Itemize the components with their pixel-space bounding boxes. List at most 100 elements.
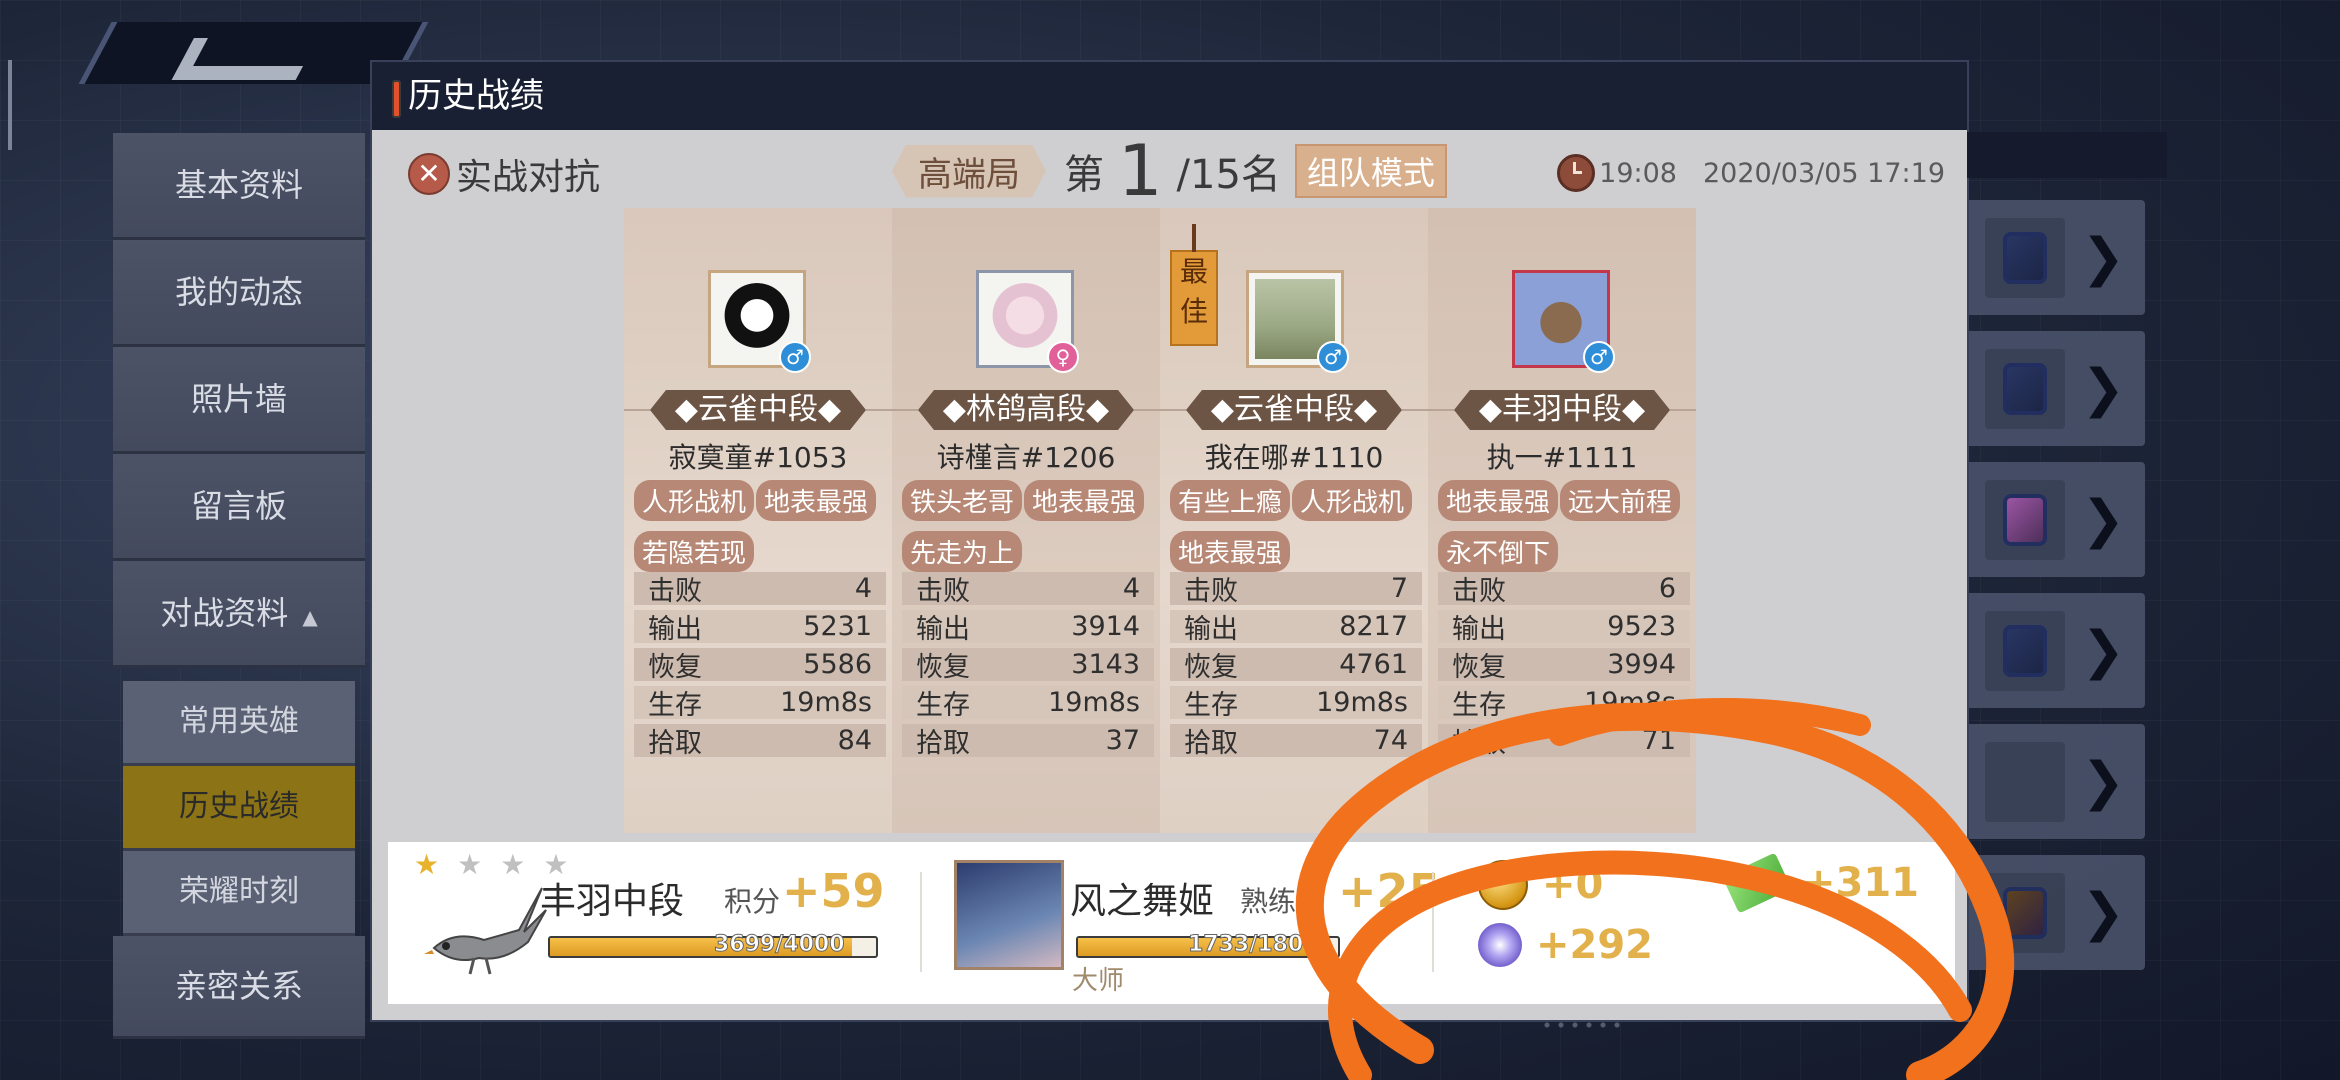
match-mode: ✕ 实战对抗 bbox=[408, 148, 600, 200]
arrow-right-icon[interactable]: ❯ bbox=[2081, 883, 2125, 943]
player-tag: 地表最强 bbox=[1024, 480, 1145, 521]
player-rank-badge: ◆云雀中段◆ bbox=[650, 390, 866, 430]
sidebar-item-relationships[interactable]: 亲密关系 bbox=[113, 936, 365, 1039]
tier-pill: 高端局 bbox=[892, 145, 1046, 198]
player-card[interactable]: ♂ ◆云雀中段◆ 寂寞童#1053 人形战机 地表最强若隐若现 击败 4 输出 523… bbox=[624, 208, 892, 833]
page-indicator-dots bbox=[1540, 1020, 1620, 1030]
crystal-reward: +292 bbox=[1478, 922, 1653, 968]
arrow-right-icon[interactable]: ❯ bbox=[2081, 359, 2125, 419]
sidebar-item-basic-info[interactable]: 基本资料 bbox=[113, 133, 365, 240]
stat-row: 生存 19m8s bbox=[1170, 686, 1422, 721]
player-name: 执一#1111 bbox=[1486, 441, 1638, 474]
panel-side-strip bbox=[1967, 132, 2167, 178]
rank-suffix: /15名 bbox=[1176, 152, 1281, 198]
match-rank: 高端局 第 1 /15名 组队模式 bbox=[892, 130, 1447, 212]
stat-label: 击败 bbox=[1184, 576, 1238, 607]
stat-row: 恢复 3143 bbox=[902, 648, 1154, 683]
match-datetime: 2020/03/05 17:19 bbox=[1702, 157, 1945, 189]
match-duration: 19:08 bbox=[1599, 157, 1677, 189]
stat-row: 拾取 84 bbox=[634, 724, 886, 759]
stat-value: 4 bbox=[1122, 573, 1140, 604]
player-card[interactable]: ♂ ◆丰羽中段◆ 执一#1111 地表最强 远大前程永不倒下 击败 6 输出 9523… bbox=[1428, 208, 1696, 833]
arrow-right-icon[interactable]: ❯ bbox=[2081, 490, 2125, 550]
stat-row: 生存 19m8s bbox=[902, 686, 1154, 721]
background-item-row[interactable]: ❯ bbox=[1965, 462, 2145, 577]
stat-value: 71 bbox=[1641, 725, 1676, 756]
ticket-icon bbox=[1722, 852, 1792, 914]
player-tag: 地表最强 bbox=[1438, 480, 1559, 521]
ticket-reward-value: +311 bbox=[1802, 860, 1920, 906]
rank-divider bbox=[1670, 409, 1696, 411]
player-tag: 人形战机 bbox=[634, 480, 755, 521]
stat-label: 拾取 bbox=[1184, 728, 1238, 759]
stat-value: 37 bbox=[1105, 725, 1140, 756]
match-info-bar: ✕ 实战对抗 高端局 第 1 /15名 组队模式 19:08 2020/03/0… bbox=[372, 130, 1967, 212]
sidebar-item-label: 对战资料 bbox=[160, 594, 289, 632]
stat-value: 19m8s bbox=[1316, 687, 1408, 718]
player-tags: 人形战机 地表最强若隐若现 bbox=[634, 480, 889, 582]
arrow-right-icon[interactable]: ❯ bbox=[2081, 621, 2125, 681]
background-item-row[interactable]: ❯ bbox=[1965, 724, 2145, 839]
player-tag: 地表最强 bbox=[1170, 531, 1291, 572]
sidebar-sub-common-heroes[interactable]: 常用英雄 bbox=[123, 681, 355, 766]
stat-label: 拾取 bbox=[648, 728, 702, 759]
sidebar-item-photo-wall[interactable]: 照片墙 bbox=[113, 347, 365, 454]
stat-label: 击败 bbox=[648, 576, 702, 607]
player-avatar[interactable]: ♀ bbox=[976, 270, 1079, 373]
background-item-row[interactable]: ❯ bbox=[1965, 593, 2145, 708]
background-item-row[interactable]: ❯ bbox=[1965, 200, 2145, 315]
ticket-reward: +311 bbox=[1722, 852, 1920, 914]
stat-row: 击败 4 bbox=[634, 572, 886, 607]
item-thumbnail bbox=[1985, 218, 2065, 298]
summary-divider bbox=[920, 872, 922, 972]
stat-label: 生存 bbox=[648, 690, 702, 721]
hero-avatar[interactable] bbox=[954, 860, 1064, 970]
close-x-icon: ✕ bbox=[408, 153, 450, 195]
stat-label: 恢复 bbox=[1452, 652, 1506, 683]
player-tag: 铁头老哥 bbox=[902, 480, 1023, 521]
crystal-icon bbox=[1478, 923, 1522, 967]
team-mode-badge: 组队模式 bbox=[1294, 144, 1447, 198]
sidebar-item-message-board[interactable]: 留言板 bbox=[113, 454, 365, 561]
background-item-row[interactable]: ❯ bbox=[1965, 855, 2145, 970]
stat-label: 拾取 bbox=[1452, 728, 1506, 759]
stat-label: 击败 bbox=[1452, 576, 1506, 607]
caret-up-icon: ▲ bbox=[302, 605, 318, 629]
stat-label: 输出 bbox=[1184, 614, 1238, 645]
sidebar-item-battle-data[interactable]: 对战资料 ▲ bbox=[113, 561, 365, 668]
stat-row: 拾取 71 bbox=[1438, 724, 1690, 759]
stat-value: 3143 bbox=[1071, 649, 1140, 680]
best-player-badge: 最佳 bbox=[1170, 224, 1218, 346]
player-avatar[interactable]: ♂ bbox=[708, 270, 811, 373]
sidebar-sub-match-history[interactable]: 历史战绩 bbox=[123, 766, 355, 851]
stat-label: 恢复 bbox=[1184, 652, 1238, 683]
stat-row: 生存 19m8s bbox=[634, 686, 886, 721]
match-time-info: 19:08 2020/03/05 17:19 bbox=[1557, 154, 1945, 192]
rank-divider bbox=[892, 409, 918, 411]
player-stats: 击败 6 输出 9523 恢复 3994 生存 19m8s 拾取 71 bbox=[1438, 572, 1690, 762]
item-thumbnail bbox=[1985, 480, 2065, 560]
male-icon: ♂ bbox=[1583, 341, 1615, 373]
player-stats: 击败 4 输出 3914 恢复 3143 生存 19m8s 拾取 37 bbox=[902, 572, 1154, 762]
score-label: 积分 bbox=[724, 885, 781, 918]
player-card[interactable]: ♀ ◆林鸽高段◆ 诗槿言#1206 铁头老哥 地表最强先走为上 击败 4 输出 391… bbox=[892, 208, 1160, 833]
sidebar-sub-glory-moments[interactable]: 荣耀时刻 bbox=[123, 851, 355, 936]
sidebar-item-my-activity[interactable]: 我的动态 bbox=[113, 240, 365, 347]
stat-row: 输出 8217 bbox=[1170, 610, 1422, 645]
arrow-right-icon[interactable]: ❯ bbox=[2081, 752, 2125, 812]
match-summary: ★★★★ 丰羽中段 积分 +59 3699/4000 风之舞姬 熟练度 +25 … bbox=[388, 842, 1955, 1004]
arrow-right-icon[interactable]: ❯ bbox=[2081, 228, 2125, 288]
player-avatar[interactable]: ♂ bbox=[1246, 270, 1349, 373]
clock-icon bbox=[1557, 154, 1596, 192]
player-name: 我在哪#1110 bbox=[1204, 441, 1384, 474]
rank-number: 1 bbox=[1118, 130, 1163, 212]
stat-value: 7 bbox=[1390, 573, 1408, 604]
coin-reward-value: +0 bbox=[1542, 862, 1604, 908]
proficiency-progress-text: 1733/180 bbox=[1187, 932, 1304, 958]
item-thumbnail bbox=[1985, 349, 2065, 429]
background-item-row[interactable]: ❯ bbox=[1965, 331, 2145, 446]
stat-row: 击败 6 bbox=[1438, 572, 1690, 607]
coin-icon bbox=[1478, 860, 1528, 910]
player-avatar[interactable]: ♂ bbox=[1512, 270, 1615, 373]
player-card[interactable]: 最佳 ♂ ◆云雀中段◆ 我在哪#1110 有些上瘾 人形战机地表最强 击败 7 输出… bbox=[1160, 208, 1428, 833]
